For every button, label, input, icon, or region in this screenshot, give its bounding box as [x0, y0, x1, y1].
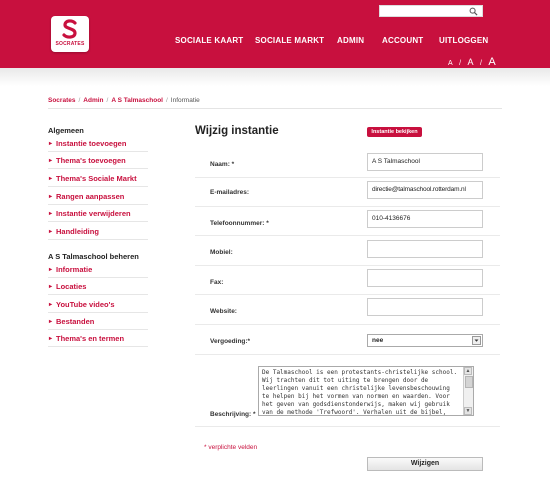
- nav-sociale-kaart[interactable]: SOCIALE KAART: [175, 36, 243, 48]
- search-input[interactable]: [379, 5, 483, 17]
- bullet-icon: ▸: [49, 267, 53, 273]
- sidebar-item-instantie-verwijderen[interactable]: ▸ Instantie verwijderen: [48, 207, 148, 222]
- sidebar-item-label: Thema's Sociale Markt: [56, 174, 137, 183]
- sidebar-item-informatie[interactable]: ▸ Informatie: [48, 263, 148, 278]
- sidebar-item-label: YouTube video's: [56, 300, 115, 309]
- email-label: E-mailadres:: [210, 189, 250, 196]
- breadcrumb-current: Informatie: [170, 97, 200, 104]
- sidebar-item-locaties[interactable]: ▸ Locaties: [48, 280, 148, 295]
- sidebar-item-label: Rangen aanpassen: [56, 192, 125, 201]
- font-size-large[interactable]: A: [488, 56, 495, 68]
- sidebar-item-instantie-toevoegen[interactable]: ▸ Instantie toevoegen: [48, 137, 148, 152]
- sidebar-item-youtube-videos[interactable]: ▸ YouTube video's: [48, 298, 148, 313]
- bullet-icon: ▸: [49, 211, 53, 217]
- bullet-icon: ▸: [49, 176, 53, 182]
- view-instance-button[interactable]: Instantie bekijken: [367, 127, 422, 137]
- required-fields-note: * verplichte velden: [204, 444, 258, 451]
- save-button[interactable]: Wijzigen: [367, 457, 483, 471]
- nav-admin[interactable]: ADMIN: [337, 36, 364, 48]
- bullet-icon: ▸: [49, 284, 53, 290]
- fax-field[interactable]: [367, 269, 483, 287]
- sidebar-item-themas-en-termen[interactable]: ▸ Thema's en termen: [48, 332, 148, 347]
- name-label: Naam: *: [210, 161, 235, 168]
- description-label: Beschrijving: *: [210, 411, 256, 418]
- phone-field[interactable]: 010-4136676: [367, 210, 483, 228]
- font-size-separator: /: [459, 60, 462, 67]
- breadcrumb-separator: /: [165, 97, 168, 104]
- scroll-up-icon[interactable]: ▲: [464, 367, 472, 375]
- sidebar-item-label: Instantie verwijderen: [56, 209, 131, 218]
- sidebar-heading-manage: A S Talmaschool beheren: [48, 252, 139, 261]
- bullet-icon: ▸: [49, 158, 53, 164]
- description-text: De Talmaschool is een protestants-christ…: [262, 369, 458, 416]
- font-size-separator: /: [480, 60, 482, 67]
- font-size-medium[interactable]: A: [468, 57, 474, 67]
- sidebar-item-bestanden[interactable]: ▸ Bestanden: [48, 315, 148, 330]
- nav-account[interactable]: ACCOUNT: [382, 36, 423, 48]
- sidebar-item-label: Locaties: [56, 282, 87, 291]
- compensation-value: nee: [372, 337, 384, 344]
- sidebar-item-label: Thema's toevoegen: [56, 156, 126, 165]
- website-label: Website:: [210, 308, 237, 315]
- sidebar-item-label: Handleiding: [56, 227, 99, 236]
- phone-label: Telefoonnummer: *: [210, 220, 269, 227]
- header-shadow: [0, 68, 550, 86]
- sidebar-item-label: Informatie: [56, 265, 93, 274]
- email-field[interactable]: directie@talmaschool.rotterdam.nl: [367, 181, 483, 199]
- sidebar-item-label: Instantie toevoegen: [56, 139, 127, 148]
- mobile-label: Mobiel:: [210, 249, 233, 256]
- breadcrumb-socrates[interactable]: Socrates: [48, 97, 75, 104]
- page-title: Wijzig instantie: [195, 125, 279, 137]
- bullet-icon: ▸: [49, 229, 53, 235]
- breadcrumb-divider: [48, 108, 502, 109]
- bullet-icon: ▸: [49, 319, 53, 325]
- sidebar-item-rangen-aanpassen[interactable]: ▸ Rangen aanpassen: [48, 190, 148, 205]
- breadcrumb: Socrates / Admin / A S Talmaschool / Informati…: [48, 97, 200, 104]
- logo-text: SOCRATES: [55, 41, 85, 47]
- sidebar-item-label: Bestanden: [56, 317, 95, 326]
- scroll-thumb[interactable]: [465, 376, 473, 388]
- sidebar-item-themas-sociale-markt[interactable]: ▸ Thema's Sociale Markt: [48, 172, 148, 187]
- bullet-icon: ▸: [49, 141, 53, 147]
- name-field[interactable]: A S Talmaschool: [367, 153, 483, 171]
- sidebar-item-themas-toevoegen[interactable]: ▸ Thema's toevoegen: [48, 154, 148, 169]
- socrates-logo[interactable]: SOCRATES: [51, 16, 89, 52]
- breadcrumb-admin[interactable]: Admin: [83, 97, 103, 104]
- nav-sociale-markt[interactable]: SOCIALE MARKT: [255, 36, 324, 48]
- scroll-down-icon[interactable]: ▼: [464, 407, 472, 415]
- textarea-scrollbar[interactable]: ▲ ▼: [463, 367, 473, 415]
- breadcrumb-talmaschool[interactable]: A S Talmaschool: [111, 97, 163, 104]
- sidebar-item-label: Thema's en termen: [56, 334, 125, 343]
- compensation-select[interactable]: nee: [367, 334, 483, 347]
- website-field[interactable]: [367, 298, 483, 316]
- chevron-down-icon[interactable]: [472, 336, 481, 345]
- font-size-small[interactable]: A: [448, 60, 453, 67]
- breadcrumb-separator: /: [78, 97, 81, 104]
- sidebar-heading-general: Algemeen: [48, 126, 84, 135]
- bullet-icon: ▸: [49, 302, 53, 308]
- bullet-icon: ▸: [49, 336, 53, 342]
- breadcrumb-separator: /: [106, 97, 109, 104]
- mobile-field[interactable]: [367, 240, 483, 258]
- nav-uitloggen[interactable]: UITLOGGEN: [439, 36, 488, 48]
- compensation-label: Vergoeding:*: [210, 338, 251, 345]
- bullet-icon: ▸: [49, 194, 53, 200]
- sidebar-item-handleiding[interactable]: ▸ Handleiding: [48, 225, 148, 240]
- fax-label: Fax:: [210, 279, 224, 286]
- search-icon[interactable]: [469, 7, 478, 16]
- socrates-logo-icon: [62, 19, 77, 39]
- description-textarea[interactable]: De Talmaschool is een protestants-christ…: [258, 366, 474, 416]
- site-header: SOCRATES SOCIALE KAART SOCIALE MARKT ADM…: [0, 0, 550, 68]
